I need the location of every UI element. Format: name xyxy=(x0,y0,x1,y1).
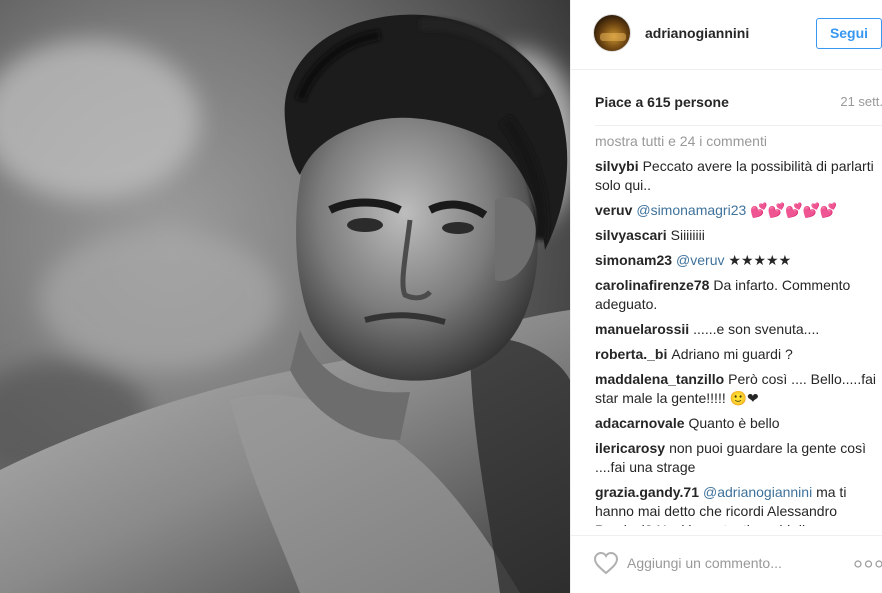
comment-item: manuelarossii ......e son svenuta.... xyxy=(595,320,882,339)
comment-item: ilericarosy non puoi guardare la gente co… xyxy=(595,439,882,477)
post-photo[interactable] xyxy=(0,0,570,593)
comment-username[interactable]: simonam23 xyxy=(595,252,672,268)
comment-username[interactable]: manuelarossii xyxy=(595,321,689,337)
instagram-post: adrianogiannini Segui Piace a 615 person… xyxy=(0,0,882,593)
post-header: adrianogiannini Segui xyxy=(571,0,882,70)
comment-item: roberta._bi Adriano mi guardi ? xyxy=(595,345,882,364)
comment-input[interactable] xyxy=(627,550,827,576)
comment-username[interactable]: silvybi xyxy=(595,158,639,174)
likes-row: Piace a 615 persone 21 sett. xyxy=(595,94,882,114)
avatar[interactable] xyxy=(593,14,631,52)
follow-button[interactable]: Segui xyxy=(816,18,882,49)
load-more-comments-link[interactable]: mostra tutti e 24 i commenti xyxy=(595,132,882,150)
heart-outline-icon[interactable] xyxy=(593,551,619,575)
divider xyxy=(595,125,882,126)
comment-username[interactable]: grazia.gandy.71 xyxy=(595,484,699,500)
username-link[interactable]: adrianogiannini xyxy=(645,25,749,41)
more-options-icon[interactable] xyxy=(854,560,882,568)
comment-item: grazia.gandy.71 @adrianogiannini ma ti ha… xyxy=(595,483,882,526)
comment-mention[interactable]: @veruv xyxy=(676,252,724,268)
comment-item: adacarnovale Quanto è bello xyxy=(595,414,882,433)
comment-username[interactable]: maddalena_tanzillo xyxy=(595,371,724,387)
comment-mention[interactable]: @adrianogiannini xyxy=(703,484,812,500)
comment-username[interactable]: carolinafirenze78 xyxy=(595,277,709,293)
comment-item: carolinafirenze78 Da infarto. Commento ad… xyxy=(595,276,882,314)
comment-text: ★★★★★ xyxy=(728,252,792,268)
comment-item: maddalena_tanzillo Però così .... Bello..… xyxy=(595,370,882,408)
comment-username[interactable]: ilericarosy xyxy=(595,440,665,456)
comment-text: Siiiiiiii xyxy=(670,227,705,243)
post-timestamp[interactable]: 21 sett. xyxy=(840,94,882,109)
comment-text: Adriano mi guardi ? xyxy=(671,346,793,362)
comment-item: silvyascari Siiiiiiii xyxy=(595,226,882,245)
comment-footer xyxy=(571,535,882,593)
post-sidebar: adrianogiannini Segui Piace a 615 person… xyxy=(570,0,882,593)
comment-text: 💕💕💕💕💕 xyxy=(750,202,838,218)
comment-item: simonam23 @veruv ★★★★★ xyxy=(595,251,882,270)
comment-item: veruv @simonamagri23 💕💕💕💕💕 xyxy=(595,201,882,220)
comment-list: mostra tutti e 24 i commenti silvybi Pecc… xyxy=(595,132,882,526)
comment-username[interactable]: silvyascari xyxy=(595,227,667,243)
portrait-photo xyxy=(0,0,570,593)
comment-item: silvybi Peccato avere la possibilità di p… xyxy=(595,157,882,195)
comment-mention[interactable]: @simonamagri23 xyxy=(636,202,746,218)
comment-text: ......e son svenuta.... xyxy=(693,321,820,337)
comment-text: Quanto è bello xyxy=(688,415,780,431)
comment-username[interactable]: roberta._bi xyxy=(595,346,667,362)
comment-username[interactable]: adacarnovale xyxy=(595,415,685,431)
comment-username[interactable]: veruv xyxy=(595,202,632,218)
likes-count[interactable]: Piace a 615 persone xyxy=(595,94,729,110)
